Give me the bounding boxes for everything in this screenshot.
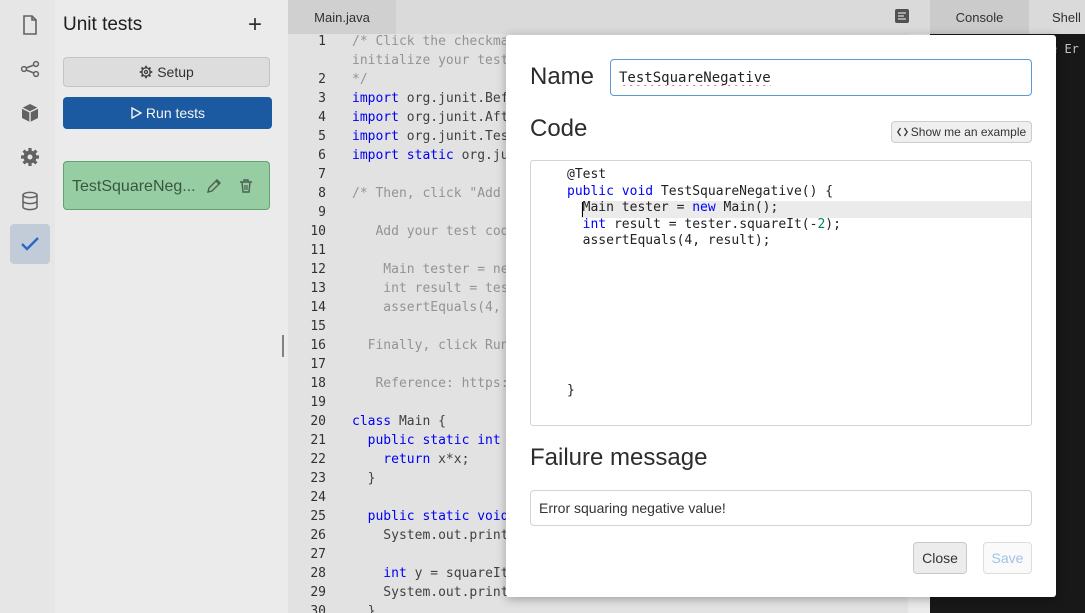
code-text: result = tester.squareIt(- <box>606 216 818 232</box>
edit-test-dialog: Name Code Show me an example @Testpublic… <box>506 35 1056 597</box>
test-code-editor[interactable]: @Test public void TestSquareNegative() { … <box>530 160 1032 426</box>
test-code-line: @Test <box>567 167 606 182</box>
keyword-token: int <box>582 216 607 232</box>
test-code-line: Main tester = new Main(); <box>567 200 779 216</box>
keyword-token: new <box>692 200 716 216</box>
code-text: Main(); <box>715 200 779 216</box>
code-text: assertEquals(4, result); <box>582 233 771 249</box>
failure-message-input[interactable] <box>530 490 1032 526</box>
close-button[interactable]: Close <box>913 542 967 574</box>
code-label: Code <box>530 115 588 142</box>
show-example-button[interactable]: Show me an example <box>891 121 1032 143</box>
show-example-label: Show me an example <box>910 125 1027 139</box>
name-label: Name <box>530 63 595 90</box>
ide-window: Unit tests + Setup Run tests TestSquareN… <box>0 0 1085 613</box>
test-code-line: } <box>567 383 575 398</box>
test-code-line: int result = tester.squareIt(-2); <box>567 217 841 232</box>
code-text: Main tester = <box>582 200 693 216</box>
code-text: @Test <box>567 167 607 182</box>
code-text: TestSquareNegative() { <box>653 183 834 199</box>
code-brackets-icon <box>896 127 908 137</box>
save-button[interactable]: Save <box>983 542 1032 574</box>
code-text: ); <box>825 216 841 232</box>
code-text: } <box>567 382 575 398</box>
keyword-token: public void <box>567 183 654 199</box>
test-name-input[interactable] <box>610 59 1032 96</box>
failure-message-label: Failure message <box>530 444 708 471</box>
test-code-line: public void TestSquareNegative() { <box>567 184 833 199</box>
test-code-line: assertEquals(4, result); <box>567 233 771 248</box>
